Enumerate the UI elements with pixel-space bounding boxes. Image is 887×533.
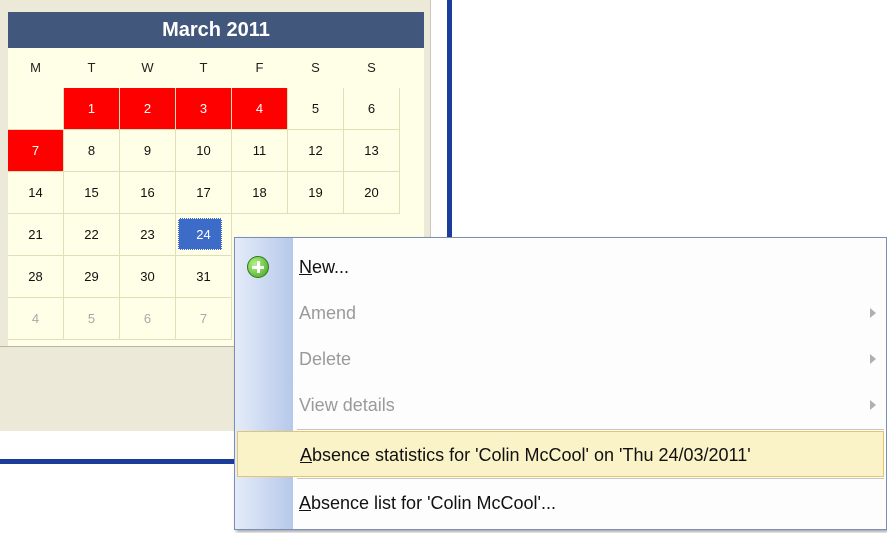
day-cell[interactable]: 1 [64,88,120,130]
day-number: 9 [143,143,152,158]
day-cell[interactable]: 13 [344,130,400,172]
menu-item-absence-statistics[interactable]: Absence statistics for 'Colin McCool' on… [237,431,884,477]
menu-item-label: New... [299,257,350,277]
calendar-month-title[interactable]: March 2011 [8,12,424,48]
day-number: 2 [143,101,152,116]
day-cell[interactable]: 21 [8,214,64,256]
menu-item-amend[interactable]: Amend [235,290,886,336]
submenu-arrow-icon [870,308,876,318]
day-cell[interactable]: 7 [8,130,64,172]
weekday-label: T [199,60,208,75]
weekday-label: S [367,60,376,75]
day-cell[interactable]: 19 [288,172,344,214]
menu-item-label: Absence statistics for 'Colin McCool' on… [300,445,751,465]
day-number: 31 [196,269,211,284]
submenu-arrow-icon [870,400,876,410]
day-cell[interactable]: 8 [64,130,120,172]
day-cell[interactable]: 5 [288,88,344,130]
day-cell[interactable]: 28 [8,256,64,298]
day-number: 20 [364,185,379,200]
day-cell[interactable]: 12 [288,130,344,172]
menu-item-delete[interactable]: Delete [235,336,886,382]
day-cell[interactable]: 18 [232,172,288,214]
day-cell[interactable]: 20 [344,172,400,214]
day-number: 22 [84,227,99,242]
day-number: 19 [308,185,323,200]
menu-item-label: Delete [299,349,352,369]
menu-item-label: View details [299,395,395,415]
day-number: 7 [31,143,40,158]
day-number: 14 [28,185,43,200]
day-number: 15 [84,185,99,200]
weekday-label: M [30,60,41,75]
menu-item-label: Absence list for 'Colin McCool'... [299,493,556,513]
day-cell[interactable]: 11 [232,130,288,172]
day-number: 16 [140,185,155,200]
day-number: 28 [28,269,43,284]
day-cell[interactable]: 29 [64,256,120,298]
add-icon [247,256,269,278]
day-number: 18 [252,185,267,200]
weekday-label: F [255,60,264,75]
day-number: 21 [28,227,43,242]
day-cell[interactable]: 23 [120,214,176,256]
submenu-arrow-icon [870,354,876,364]
menu-separator [297,429,884,430]
day-cell[interactable]: 6 [120,298,176,340]
day-cell[interactable]: 2 [120,88,176,130]
day-cell[interactable]: 30 [120,256,176,298]
weekday-label: T [87,60,96,75]
day-number: 12 [308,143,323,158]
day-number: 24 [196,227,211,242]
day-number: 29 [84,269,99,284]
day-number: 8 [87,143,96,158]
day-cell[interactable]: 10 [176,130,232,172]
menu-item-absence-list[interactable]: Absence list for 'Colin McCool'... [235,480,886,526]
day-cell[interactable]: 4 [232,88,288,130]
day-cell[interactable]: 14 [8,172,64,214]
weekday-header-row: M T W T F S S [8,48,424,88]
selected-day-cell[interactable]: 24 [176,214,232,256]
menu-item-label: Amend [299,303,357,323]
day-number: 3 [199,101,208,116]
day-cell[interactable]: 9 [120,130,176,172]
day-cell[interactable]: 7 [176,298,232,340]
day-number: 23 [140,227,155,242]
day-number: 5 [311,101,320,116]
day-number: 5 [87,311,96,326]
weekday-label: W [141,60,154,75]
day-number: 13 [364,143,379,158]
day-number: 4 [255,101,264,116]
menu-item-new[interactable]: New... [235,244,886,290]
context-menu: New... Amend Delete View details Absence… [234,237,887,530]
day-cell[interactable]: 31 [176,256,232,298]
day-number: 1 [87,101,96,116]
day-number: 10 [196,143,211,158]
menu-separator [297,478,884,479]
empty-day-cell [8,88,64,130]
day-number: 6 [143,311,152,326]
day-number: 7 [199,311,208,326]
day-cell[interactable]: 3 [176,88,232,130]
day-cell[interactable]: 17 [176,172,232,214]
day-number: 30 [140,269,155,284]
day-number: 4 [31,311,40,326]
day-number: 17 [196,185,211,200]
day-cell[interactable]: 5 [64,298,120,340]
weekday-label: S [311,60,320,75]
day-cell[interactable]: 6 [344,88,400,130]
day-number: 11 [252,143,267,158]
day-cell[interactable]: 4 [8,298,64,340]
menu-item-view-details[interactable]: View details [235,382,886,428]
day-cell[interactable]: 15 [64,172,120,214]
day-number: 6 [367,101,376,116]
day-cell[interactable]: 16 [120,172,176,214]
day-cell[interactable]: 22 [64,214,120,256]
